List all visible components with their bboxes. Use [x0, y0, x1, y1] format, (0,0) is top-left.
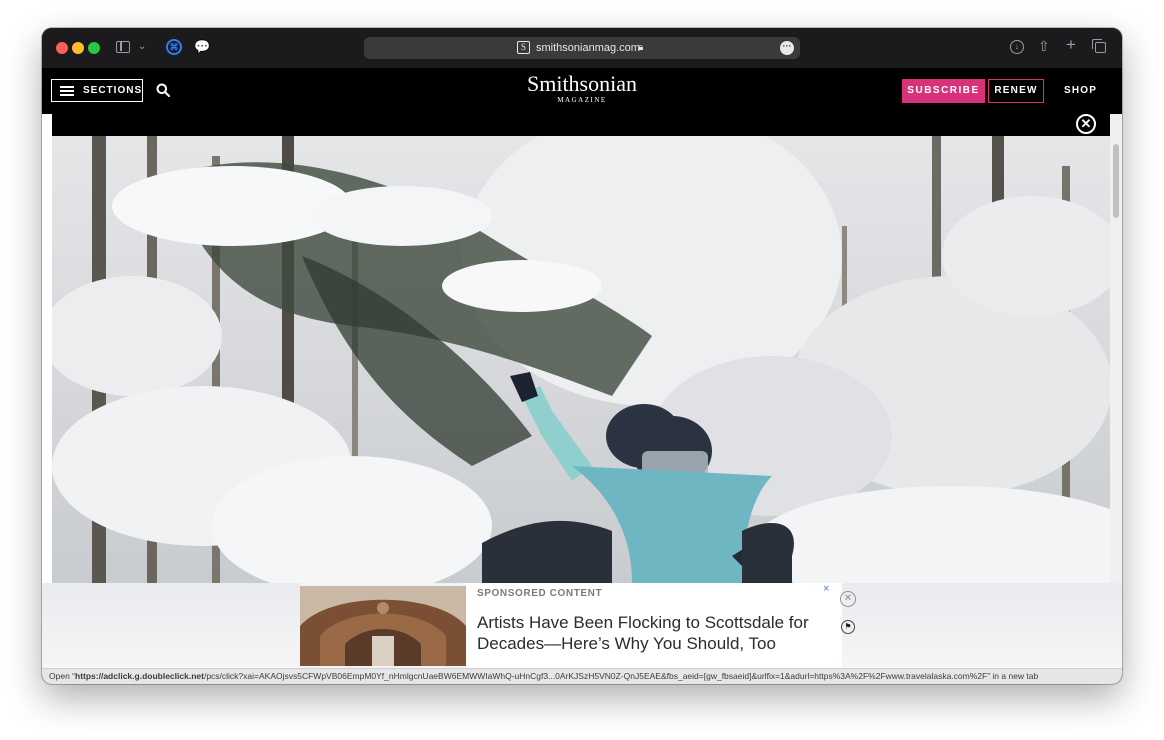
link-status-bar: Open “https://adclick.g.doubleclick.net/…	[42, 668, 1122, 684]
close-ad-icon[interactable]: ✕	[840, 591, 856, 607]
ad-background-left	[42, 583, 300, 668]
browser-window: ⌄ ⌘ 💬 S smithsonianmag.com 🔒︎ ··· ↓ ⇧ + …	[42, 28, 1122, 684]
address-bar[interactable]: S smithsonianmag.com 🔒︎ ···	[364, 37, 800, 59]
page-gutter	[42, 114, 52, 583]
status-url-path: /pcs/click?xai=AKAOjsvs5CFWpVB06EmpM0Yf_…	[203, 671, 988, 681]
hamburger-icon	[60, 86, 74, 96]
site-logo[interactable]: Smithsonian MAGAZINE	[482, 72, 682, 105]
shop-link[interactable]: SHOP	[1064, 85, 1097, 97]
ad-kicker: SPONSORED CONTENT	[477, 588, 603, 599]
tabs-icon[interactable]	[1092, 39, 1106, 53]
adchoices-close-icon[interactable]: ×	[823, 584, 829, 595]
lock-icon: 🔒︎	[638, 42, 644, 53]
share-icon[interactable]: ⇧	[1038, 38, 1050, 54]
status-prefix: Open “	[49, 671, 75, 681]
minimize-window-button[interactable]	[72, 42, 84, 54]
search-icon[interactable]	[156, 83, 170, 97]
ad-headline[interactable]: Artists Have Been Flocking to Scottsdale…	[477, 612, 827, 654]
report-ad-flag-icon[interactable]: ⚑	[841, 620, 855, 634]
sections-button[interactable]: SECTIONS	[51, 79, 143, 102]
ad-thumbnail-image[interactable]	[300, 586, 466, 666]
chat-icon[interactable]: 💬	[194, 39, 210, 55]
snowy-forest-image	[52, 136, 1110, 583]
ellipsis-icon[interactable]: ···	[780, 41, 794, 55]
logo-main: Smithsonian	[526, 71, 637, 96]
scrollbar-thumb[interactable]	[1113, 144, 1119, 218]
extension-icon[interactable]: ⌘	[166, 39, 182, 55]
ad-background-right	[842, 583, 1122, 668]
close-video-icon[interactable]: ✕	[1076, 114, 1096, 134]
hero-video[interactable]	[52, 136, 1110, 583]
status-suffix: ” in a new tab	[987, 671, 1039, 681]
sections-label: SECTIONS	[83, 85, 143, 96]
browser-toolbar: ⌄ ⌘ 💬 S smithsonianmag.com 🔒︎ ··· ↓ ⇧ +	[42, 28, 1122, 68]
zoom-window-button[interactable]	[88, 42, 100, 54]
site-favicon: S	[517, 41, 530, 54]
site-header: SECTIONS Smithsonian MAGAZINE SUBSCRIBE …	[42, 68, 1122, 114]
sponsored-ad-banner[interactable]: SPONSORED CONTENT Artists Have Been Floc…	[42, 583, 1122, 668]
download-icon[interactable]: ↓	[1010, 40, 1024, 54]
ad-content[interactable]: SPONSORED CONTENT Artists Have Been Floc…	[466, 583, 842, 668]
sidebar-icon[interactable]	[116, 41, 130, 53]
renew-button[interactable]: RENEW	[988, 79, 1044, 103]
status-url-host: https://adclick.g.doubleclick.net	[75, 671, 204, 681]
plus-icon[interactable]: +	[1066, 36, 1076, 53]
logo-sub: MAGAZINE	[557, 96, 607, 104]
close-window-button[interactable]	[56, 42, 68, 54]
url-text[interactable]: smithsonianmag.com	[536, 41, 640, 55]
chevron-down-icon[interactable]: ⌄	[138, 39, 146, 55]
subscribe-button[interactable]: SUBSCRIBE	[902, 79, 985, 103]
